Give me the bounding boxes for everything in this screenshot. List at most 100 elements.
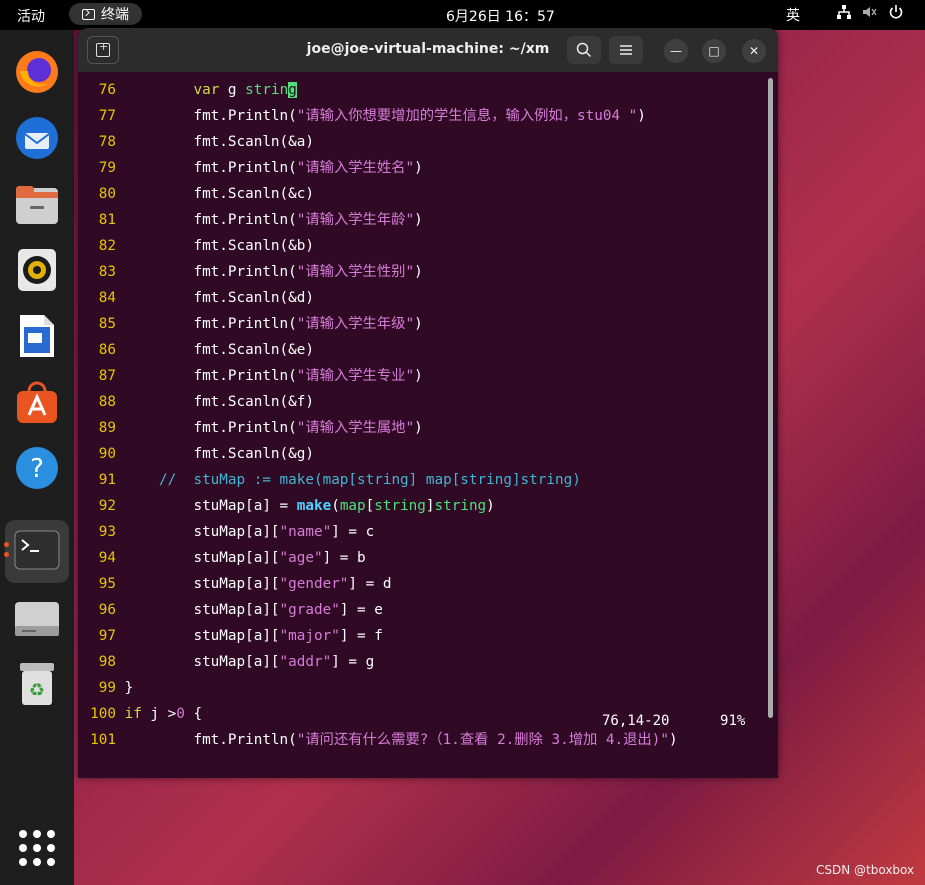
system-menu[interactable]: [836, 4, 904, 20]
scroll-percent: 91%: [720, 713, 746, 729]
search-button[interactable]: [567, 36, 601, 64]
menu-button[interactable]: [609, 36, 643, 64]
code-token: ): [668, 732, 678, 748]
terminal-icon: [14, 530, 60, 570]
input-method-indicator[interactable]: 英: [786, 5, 800, 25]
code-token: ): [414, 316, 423, 332]
code-line: 90 fmt.Scanln(&g): [78, 441, 314, 467]
folder-icon: [16, 186, 58, 224]
code-line: 88 fmt.Scanln(&f): [78, 389, 314, 415]
dock-rhythmbox[interactable]: [13, 246, 61, 294]
line-number: 77: [98, 108, 116, 124]
document-icon: [20, 315, 54, 357]
code-token: fmt.Println(: [124, 732, 297, 748]
line-number: 95: [98, 576, 116, 592]
code-line: 89 fmt.Println("请输入学生属地"): [78, 415, 423, 441]
line-number: 81: [98, 212, 116, 228]
shopping-bag-icon: [17, 381, 57, 423]
line-number: 79: [98, 160, 116, 176]
code-line: 98 stuMap[a]["addr"] = g: [78, 649, 374, 675]
code-token: fmt.Scanln(&f): [124, 394, 314, 410]
code-line: 77 fmt.Println("请输入你想要增加的学生信息，输入例如，stu04…: [78, 103, 646, 129]
code-token: "请输入学生姓名": [296, 160, 415, 176]
dock-drive[interactable]: [13, 596, 61, 644]
running-indicator: [4, 542, 9, 547]
activities-button[interactable]: 活动: [17, 6, 45, 26]
code-token: fmt.Scanln(&a): [124, 134, 314, 150]
line-number: 93: [98, 524, 116, 540]
power-icon: [889, 5, 903, 19]
terminal-window: joe@joe-virtual-machine: ~/xm — □ ✕ 76 v…: [78, 28, 778, 778]
speaker-icon: [18, 249, 56, 291]
network-icon: [837, 5, 851, 19]
code-line: 100 if j >0 {: [78, 701, 202, 727]
line-number: 82: [98, 238, 116, 254]
app-menu-button[interactable]: 终端: [69, 3, 142, 25]
code-token: "grade": [279, 602, 340, 618]
code-token: strin: [245, 82, 289, 98]
dock-trash[interactable]: ♻: [13, 660, 61, 708]
line-number: 86: [98, 342, 116, 358]
title-bar[interactable]: joe@joe-virtual-machine: ~/xm — □ ✕: [78, 28, 778, 72]
show-apps-button[interactable]: [19, 830, 55, 866]
code-token: "age": [279, 550, 323, 566]
code-token: fmt.Scanln(&b): [124, 238, 314, 254]
code-token: map: [339, 498, 366, 514]
code-token: if: [124, 706, 142, 722]
code-token: fmt.Println(: [124, 368, 297, 384]
code-line: 82 fmt.Scanln(&b): [78, 233, 314, 259]
code-line: 99 }: [78, 675, 133, 701]
code-line: 91 // stuMap := make(map[string] map[str…: [78, 467, 581, 493]
dock-help[interactable]: ?: [13, 444, 61, 492]
top-bar: 活动 终端 6月26日 16：57 英: [0, 0, 925, 30]
code-line: 76 var g string: [78, 77, 297, 103]
code-token: fmt.Println(: [124, 316, 297, 332]
dock-writer[interactable]: [13, 312, 61, 360]
dock-firefox[interactable]: [13, 48, 61, 96]
code-token: ): [414, 212, 423, 228]
close-button[interactable]: ✕: [742, 39, 766, 63]
code-token: fmt.Scanln(&e): [124, 342, 314, 358]
code-token: "请输入学生年级": [296, 316, 415, 332]
line-number: 84: [98, 290, 116, 306]
code-token: stuMap[a][: [124, 628, 280, 644]
code-line: 84 fmt.Scanln(&d): [78, 285, 314, 311]
code-line: 95 stuMap[a]["gender"] = d: [78, 571, 392, 597]
code-token: (: [331, 498, 340, 514]
maximize-button[interactable]: □: [702, 39, 726, 63]
line-number: 80: [98, 186, 116, 202]
dock-app-center[interactable]: [13, 378, 61, 426]
code-token: "请输入学生专业": [296, 368, 415, 384]
line-number: 96: [98, 602, 116, 618]
dock-terminal[interactable]: [13, 527, 61, 575]
code-token: ): [486, 498, 495, 514]
dock-files[interactable]: [13, 181, 61, 229]
terminal-content[interactable]: 76 var g string 77 fmt.Println("请输入你想要增加的…: [78, 72, 768, 778]
code-token: g: [219, 82, 246, 98]
dock-thunderbird[interactable]: [13, 114, 61, 162]
clock[interactable]: 6月26日 16：57: [446, 6, 555, 26]
code-token: "请输入学生属地": [296, 420, 415, 436]
line-number: 87: [98, 368, 116, 384]
line-number: 78: [98, 134, 116, 150]
trash-icon: ♻: [20, 663, 54, 705]
code-token: "name": [279, 524, 332, 540]
code-line: 93 stuMap[a]["name"] = c: [78, 519, 374, 545]
code-token: ): [637, 108, 646, 124]
minimize-button[interactable]: —: [664, 39, 688, 63]
line-number: 100: [90, 706, 116, 722]
code-token: ): [414, 160, 423, 176]
code-line: 97 stuMap[a]["major"] = f: [78, 623, 383, 649]
code-token: ] = c: [331, 524, 375, 540]
watermark: CSDN @tboxbox: [816, 863, 915, 877]
scrollbar[interactable]: [768, 78, 773, 718]
code-token: g: [288, 82, 297, 98]
code-token: ] = e: [339, 602, 383, 618]
code-line: 83 fmt.Println("请输入学生性别"): [78, 259, 423, 285]
code-line: 101 fmt.Println("请问还有什么需要?（1.查看 2.删除 3.增…: [78, 727, 678, 753]
hamburger-menu-icon: [620, 45, 632, 55]
code-token: "请输入学生性别": [296, 264, 415, 280]
code-line: 87 fmt.Println("请输入学生专业"): [78, 363, 423, 389]
line-number: 101: [90, 732, 116, 748]
